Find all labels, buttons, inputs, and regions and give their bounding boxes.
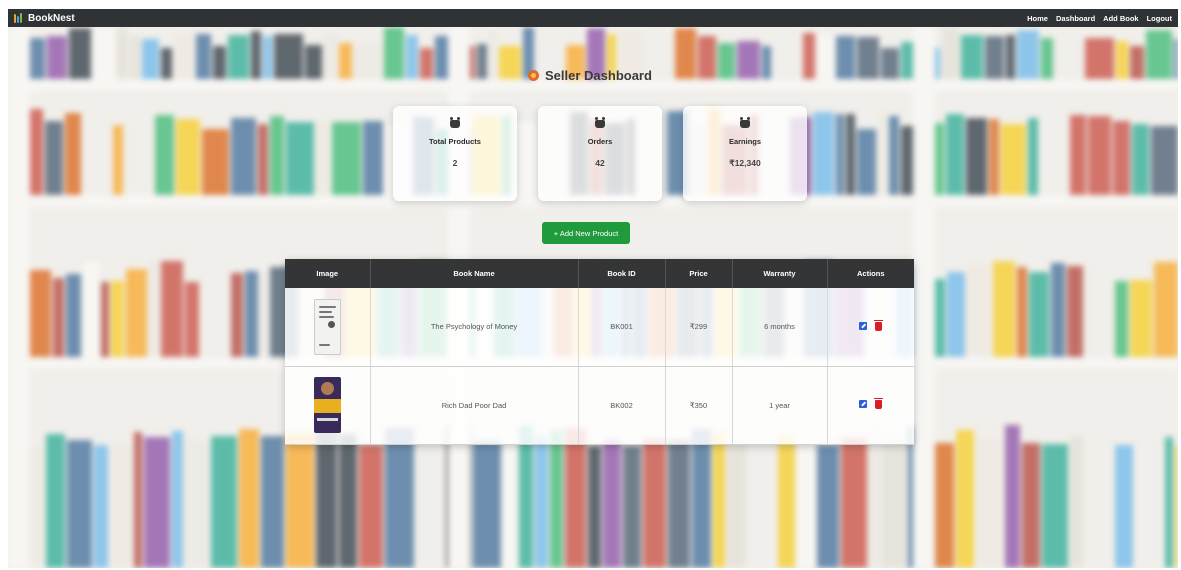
bag-icon [450, 117, 460, 128]
stat-card-total-products: Total Products 2 [393, 106, 517, 201]
book-id-cell: BK002 [578, 366, 666, 445]
book-cover-cell [285, 288, 371, 367]
nav-home-link[interactable]: Home [1027, 14, 1048, 23]
bag-icon [595, 117, 605, 128]
page-title: Seller Dashboard [528, 68, 652, 83]
navbar: BookNest Home Dashboard Add Book Logout [8, 9, 1178, 27]
warranty-cell: 6 months [732, 288, 828, 367]
edit-icon[interactable] [859, 322, 868, 330]
app-frame: BookNest Home Dashboard Add Book Logout … [8, 9, 1178, 568]
stat-card-title: Total Products [429, 137, 481, 146]
stat-card-title: Orders [587, 137, 613, 146]
book-cover-image [313, 298, 341, 355]
column-header-book-id: Book ID [578, 259, 666, 288]
nav-links: Home Dashboard Add Book Logout [1027, 14, 1172, 23]
nav-logout-link[interactable]: Logout [1147, 14, 1172, 23]
column-header-image: Image [285, 259, 371, 288]
delete-icon[interactable] [874, 319, 884, 331]
table-header-row: Image Book Name Book ID Price Warranty A… [285, 259, 914, 288]
nav-add-book-link[interactable]: Add Book [1103, 14, 1138, 23]
price-cell: ₹350 [665, 366, 733, 445]
stat-card-orders: Orders 42 [538, 106, 662, 201]
stat-card-title: Earnings [728, 137, 762, 146]
delete-icon[interactable] [874, 397, 884, 409]
book-id-cell: BK001 [578, 288, 666, 367]
warranty-cell: 1 year [732, 366, 828, 445]
actions-cell [827, 288, 914, 367]
books-icon [14, 13, 24, 23]
add-new-product-button[interactable]: + Add New Product [542, 222, 630, 244]
stat-card-earnings: Earnings ₹12,340 [683, 106, 807, 201]
stat-card-value: 2 [452, 158, 458, 168]
stat-card-value: ₹12,340 [729, 158, 761, 168]
brand-name: BookNest [28, 12, 75, 24]
column-header-warranty: Warranty [732, 259, 828, 288]
table-row: The Psychology of Money BK001 ₹299 6 mon… [285, 288, 914, 367]
edit-icon[interactable] [859, 400, 868, 409]
stat-card-value: 42 [595, 158, 605, 168]
column-header-price: Price [665, 259, 733, 288]
column-header-book-name: Book Name [370, 259, 579, 288]
book-name-cell: The Psychology of Money [370, 288, 579, 367]
price-cell: ₹299 [665, 288, 733, 367]
book-cover-cell [285, 366, 371, 445]
brand[interactable]: BookNest [14, 13, 75, 24]
products-table: Image Book Name Book ID Price Warranty A… [285, 259, 914, 445]
bag-icon [740, 117, 750, 128]
column-header-actions: Actions [827, 259, 914, 288]
book-name-cell: Rich Dad Poor Dad [370, 366, 579, 445]
actions-cell [827, 366, 914, 445]
nav-dashboard-link[interactable]: Dashboard [1056, 14, 1095, 23]
book-cover-image [313, 377, 341, 433]
seller-icon [528, 70, 539, 81]
page-title-text: Seller Dashboard [545, 68, 652, 83]
table-row: Rich Dad Poor Dad BK002 ₹350 1 year [285, 366, 914, 445]
